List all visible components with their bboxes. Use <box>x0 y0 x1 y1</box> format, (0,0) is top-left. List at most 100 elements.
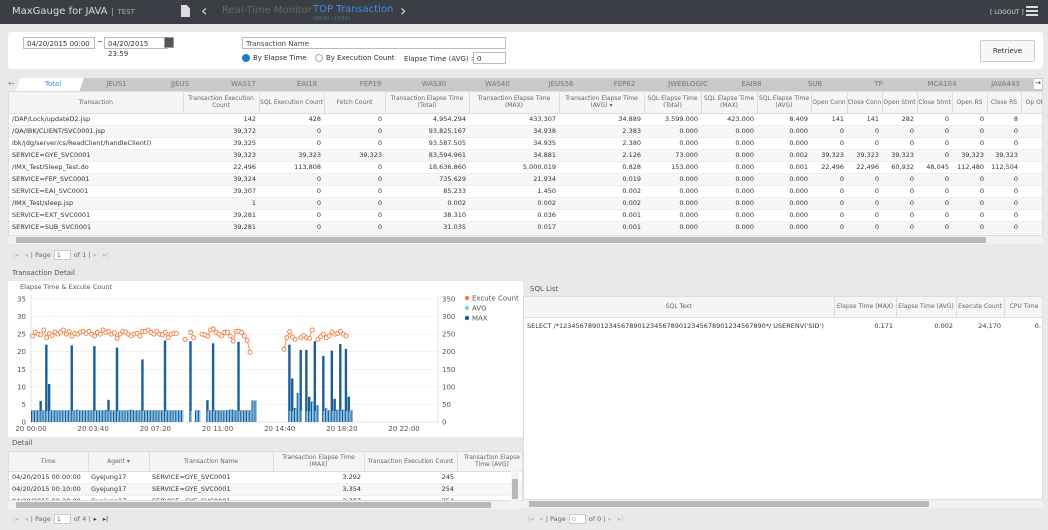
table-row[interactable]: SERVICE=EXT_SVC0001 39,281 0 0 38.310 0.036 0.… <box>9 209 1042 222</box>
scrollbar-thumb[interactable] <box>529 501 929 507</box>
column-header[interactable]: Op Obj <box>1021 92 1042 114</box>
retrieve-button[interactable]: Retrieve <box>980 40 1035 62</box>
column-header[interactable]: Transaction Elapse Time (MAX) <box>469 92 560 114</box>
table-row[interactable]: /DAP/Lock/updateD2.jsp 142 428 0 4,954.294 43… <box>9 113 1042 126</box>
elapse-threshold-input[interactable]: 0 <box>473 52 506 64</box>
tab-scroll-left-icon[interactable]: ← <box>8 79 15 88</box>
first-page-icon[interactable]: |◂ <box>13 251 18 259</box>
table-row[interactable]: SERVICE=EAI_SVC0001 39,307 0 0 85.233 1.450 0.… <box>9 185 1042 198</box>
column-header[interactable]: Transaction Elapse Time (AVG) ▾ <box>559 92 645 114</box>
column-header[interactable]: SQL Elapse Time (MAX) <box>701 92 758 114</box>
page-input[interactable]: 1 <box>53 250 71 260</box>
table-row[interactable]: /IMX_Test/sleep.jsp 1 0 0 0.002 0.002 0.002 0.0… <box>9 197 1042 210</box>
first-page-icon[interactable]: |◂ <box>13 515 18 523</box>
table-row[interactable]: SERVICE=SUB_SVC0001 39,281 0 0 31.035 0.017 0.… <box>9 221 1042 234</box>
transaction-name-input[interactable]: Transaction Name <box>242 37 506 49</box>
column-header[interactable]: Open Stmt <box>882 92 918 114</box>
tab-scroll-right-icon[interactable]: → <box>1033 78 1043 90</box>
column-header[interactable]: SQL Text <box>524 297 835 318</box>
tab-total[interactable]: Total <box>16 78 90 91</box>
scrollbar-thumb[interactable] <box>16 237 986 243</box>
table-cell: /DAP/Lock/updateD2.jsp <box>9 113 183 126</box>
to-date-input[interactable]: 04/20/2015 23:59 <box>104 37 168 58</box>
tab-tp[interactable]: TP <box>841 78 916 91</box>
table-row[interactable]: SERVICE=GYE_SVC0001 39,323 39,323 39,323 83,… <box>9 149 1042 162</box>
column-header[interactable]: SQL Elapse Time (Total) <box>644 92 702 114</box>
page-input[interactable]: 0 <box>568 514 586 524</box>
radio-by-elapse-time[interactable]: By Elapse Time <box>242 54 307 62</box>
tab-fep62[interactable]: FEP62 <box>587 78 662 91</box>
tab-java443[interactable]: JAVA443 <box>968 78 1043 91</box>
document-icon[interactable] <box>181 5 190 17</box>
column-header[interactable]: Transaction Execution Count <box>364 452 458 472</box>
column-header[interactable]: Transaction Elapse Time (AVG) <box>457 452 522 472</box>
sql-list-hscrollbar[interactable] <box>523 500 1043 508</box>
scrollbar-thumb[interactable] <box>16 502 491 508</box>
tab-was17[interactable]: WAS17 <box>206 78 281 91</box>
tab-sub[interactable]: SUB <box>778 78 852 91</box>
tab-jeus56[interactable]: JEUS56 <box>524 78 598 91</box>
column-header[interactable]: Execute Count <box>956 297 1005 318</box>
x-tick-label: 20 07:20 <box>140 425 171 433</box>
first-page-icon[interactable]: |◂ <box>528 515 533 523</box>
column-header[interactable]: Transaction Elapse Time (Total) <box>385 92 470 114</box>
tab-eai18[interactable]: EAI18 <box>270 78 344 91</box>
page-input[interactable]: 1 <box>53 514 71 524</box>
avg-bar <box>190 411 192 422</box>
detail-vscrollbar[interactable] <box>511 471 519 501</box>
table-row[interactable]: 04/20/2015 00:00:00 Gyejung17 SERVICE=GYE_… <box>9 471 522 484</box>
column-header[interactable]: Close Stmt <box>917 92 953 114</box>
prev-page-icon[interactable]: ◂ <box>24 515 27 523</box>
last-page-icon[interactable]: ▸| <box>103 515 108 523</box>
table-row[interactable]: /IMX_Test/Sleep_Test.do 22,496 113,808 0 18,… <box>9 161 1042 174</box>
table-row[interactable]: ibk/jdg/server/cs/ReadClient/handleClien… <box>9 137 1042 150</box>
tab-was40[interactable]: WAS40 <box>460 78 535 91</box>
tab-fep19[interactable]: FEP19 <box>333 78 408 91</box>
tab-jweblogic[interactable]: JWEBLOGIC <box>651 78 725 91</box>
from-date-input[interactable]: 04/20/2015 00:00 <box>23 37 95 49</box>
column-header[interactable]: Transaction Elapse Time (MAX) <box>273 452 365 472</box>
tab-mca104[interactable]: MCA104 <box>905 78 979 91</box>
last-page-icon[interactable]: ▸| <box>618 515 623 523</box>
radio-by-execution-count[interactable]: By Execution Count <box>315 54 395 62</box>
detail-hscrollbar[interactable] <box>8 501 523 509</box>
table-row[interactable]: SERVICE=FEP_SVC0001 39,324 0 0 735.629 21.934… <box>9 173 1042 186</box>
column-header[interactable]: SQL Execution Count <box>259 92 325 114</box>
column-header[interactable]: Transaction Execution Count <box>183 92 260 114</box>
calendar-icon[interactable] <box>164 37 174 48</box>
table-row[interactable]: SELECT /*1234567890123456789012345678901… <box>524 317 1042 330</box>
next-page-icon[interactable]: ▸ <box>93 251 96 259</box>
table-row[interactable]: /QA/IBK/CLIENT/SVC0001.jsp 39,372 0 0 93,825… <box>9 125 1042 138</box>
column-header[interactable]: Open RS <box>952 92 988 114</box>
column-header[interactable]: Transaction Name <box>149 452 274 472</box>
column-header[interactable]: CPU Time <box>1004 297 1042 318</box>
scrollbar-thumb[interactable] <box>512 479 518 499</box>
column-header[interactable]: Close Conn <box>847 92 883 114</box>
column-header[interactable]: Elapse Time (AVG) <box>896 297 957 318</box>
column-header[interactable]: Agent ▾ <box>88 452 150 472</box>
column-header[interactable]: Time <box>9 452 89 472</box>
tab-jjeus[interactable]: JJEUS <box>143 78 217 91</box>
column-header[interactable]: Fetch Count <box>324 92 386 114</box>
tab-eai88[interactable]: EAI88 <box>714 78 789 91</box>
table-row[interactable]: 04/20/2015 00:10:00 Gyejung17 SERVICE=GYE_… <box>9 483 522 496</box>
next-page-icon[interactable]: ▸ <box>608 515 611 523</box>
column-header[interactable]: SQL Elapse Time (AVG) <box>757 92 812 114</box>
column-header[interactable]: Open Conn <box>811 92 848 114</box>
last-page-icon[interactable]: ▸| <box>103 251 108 259</box>
prev-page-link[interactable]: Real-Time Monitor <box>222 5 312 16</box>
execute-count-point <box>165 335 171 341</box>
chevron-right-icon[interactable]: › <box>400 1 406 20</box>
logout-button[interactable]: [ LOGOUT ] <box>990 9 1024 16</box>
prev-page-icon[interactable]: ◂ <box>539 515 542 523</box>
next-page-icon[interactable]: ▸ <box>93 515 96 523</box>
column-header[interactable]: Elapse Time (MAX) <box>834 297 897 318</box>
column-header[interactable]: Close RS <box>987 92 1022 114</box>
prev-page-icon[interactable]: ◂ <box>24 251 27 259</box>
transaction-table-hscrollbar[interactable] <box>8 236 1043 244</box>
tab-jeus1[interactable]: JEUS1 <box>79 78 154 91</box>
tab-was30[interactable]: WAS30 <box>397 78 471 91</box>
column-header[interactable]: Transaction <box>9 92 184 114</box>
chevron-left-icon[interactable]: ‹ <box>201 1 207 20</box>
menu-icon[interactable] <box>1026 6 1038 16</box>
